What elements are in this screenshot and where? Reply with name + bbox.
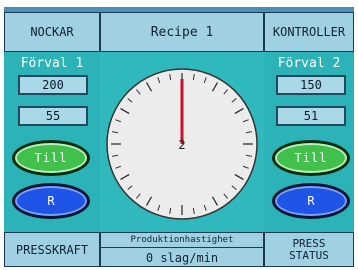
recipe-title: Recipe 1 xyxy=(150,24,214,40)
forval-2-value-2-text: 51 xyxy=(303,109,319,123)
gauge-panel: 2 xyxy=(100,52,264,232)
press-status-line-1: PRESS xyxy=(292,236,326,250)
nockar-label: NOCKAR xyxy=(30,25,74,39)
gauge-center-text: 2 xyxy=(178,138,185,152)
left-r-label: R xyxy=(47,194,55,208)
left-till-button[interactable]: Till xyxy=(12,140,90,176)
nockar-button[interactable]: NOCKAR xyxy=(4,12,100,52)
production-rate-label: Produktionhastighet xyxy=(101,233,263,248)
forval-1-value-1[interactable]: 200 xyxy=(18,75,88,95)
kontroller-label: KONTROLLER xyxy=(272,25,346,39)
production-rate-panel: Produktionhastighet 0 slag/min xyxy=(100,232,264,267)
forval-2-value-1[interactable]: 150 xyxy=(276,75,346,95)
forval-2-label: Förval 2 xyxy=(277,56,341,71)
forval-2-value-1-text: 150 xyxy=(300,78,322,92)
production-rate-value: 0 slag/min xyxy=(145,250,219,265)
speed-gauge: 2 xyxy=(106,68,258,220)
forval-2-value-2[interactable]: 51 xyxy=(276,106,346,126)
forval-1-value-2-text: 55 xyxy=(45,109,61,123)
right-till-label: Till xyxy=(294,151,328,165)
kontroller-button[interactable]: KONTROLLER xyxy=(264,12,354,52)
right-till-button[interactable]: Till xyxy=(272,140,350,176)
right-r-label: R xyxy=(307,194,315,208)
forval-1-value-1-text: 200 xyxy=(42,78,64,92)
left-till-label: Till xyxy=(34,151,68,165)
presskraft-button[interactable]: PRESSKRAFT xyxy=(4,232,100,267)
forval-1-value-2[interactable]: 55 xyxy=(18,106,88,126)
press-status-button[interactable]: PRESS STATUS xyxy=(264,232,354,267)
press-status-line-2: STATUS xyxy=(289,248,329,262)
hmi-screen: NOCKAR Recipe 1 KONTROLLER Förval 1 200 … xyxy=(4,7,354,267)
right-r-button[interactable]: R xyxy=(272,183,350,219)
left-r-button[interactable]: R xyxy=(12,183,90,219)
recipe-title-bar: Recipe 1 xyxy=(100,12,264,52)
presskraft-label: PRESSKRAFT xyxy=(15,242,89,257)
forval-1-label: Förval 1 xyxy=(20,56,84,71)
